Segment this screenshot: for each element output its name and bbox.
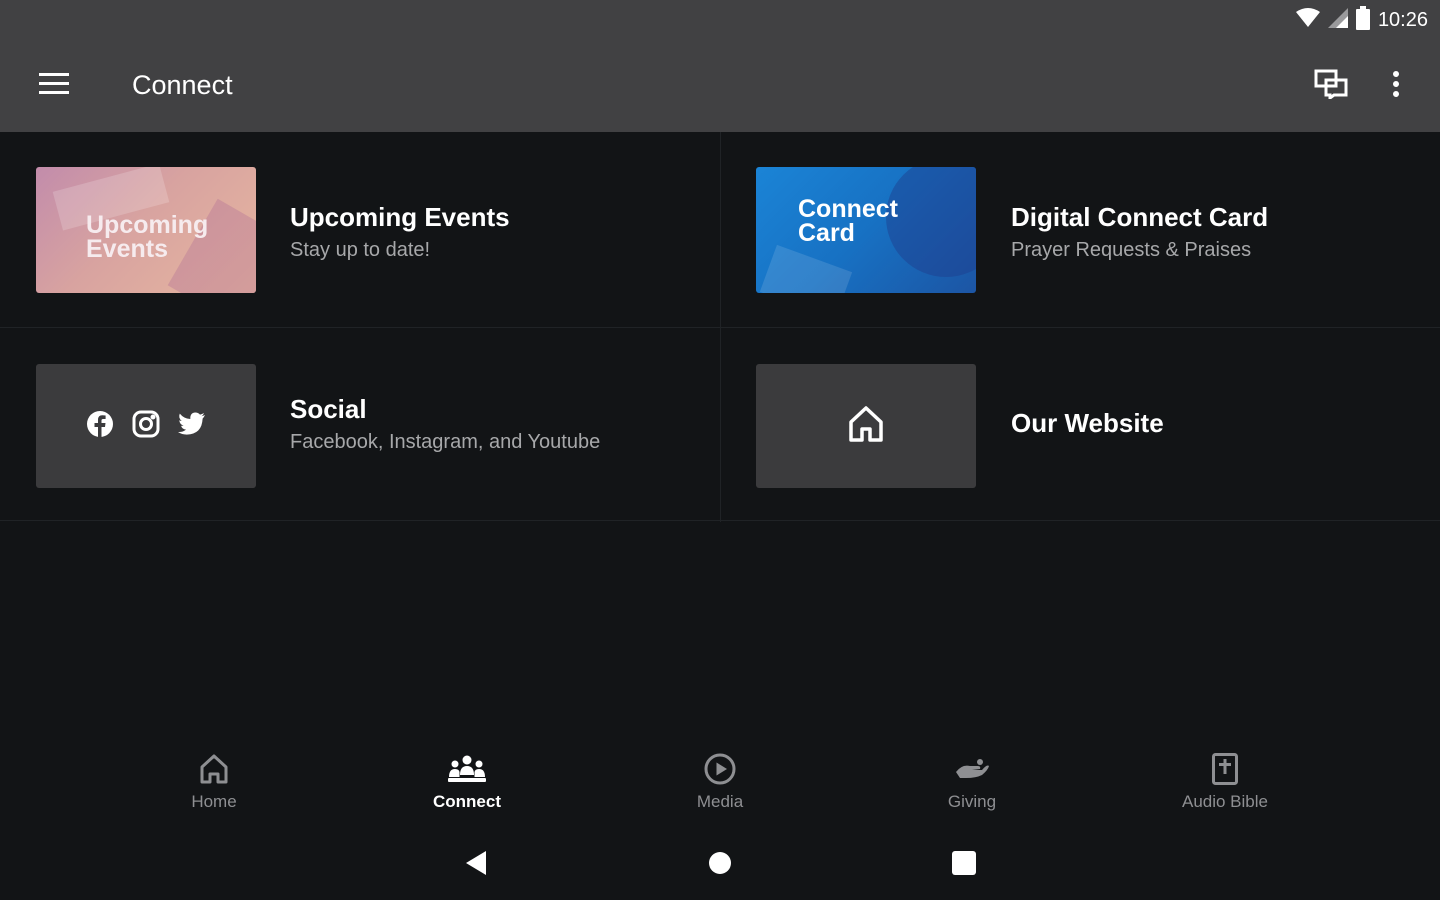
nav-item-home[interactable]: Home: [134, 750, 294, 830]
hamburger-icon: [39, 72, 69, 100]
tile-subtitle: Facebook, Instagram, and Youtube: [290, 431, 601, 453]
thumbnail-text: Connect Card: [798, 195, 898, 247]
system-home-button[interactable]: [700, 850, 740, 880]
social-thumbnail: [36, 364, 256, 488]
facebook-icon: [86, 410, 114, 443]
twitter-icon: [178, 412, 206, 441]
nav-item-media[interactable]: Media: [640, 750, 800, 830]
tile-digital-connect-card[interactable]: Connect Card Digital Connect Card Prayer…: [720, 132, 1440, 327]
people-icon: [447, 750, 487, 788]
play-circle-icon: [704, 750, 736, 788]
nav-label: Audio Bible: [1181, 792, 1268, 811]
app-bar: Connect: [0, 40, 1440, 132]
nav-item-giving[interactable]: Giving: [892, 750, 1052, 830]
wifi-icon: [1295, 7, 1320, 33]
tile-title: Social: [290, 394, 367, 424]
chat-icon: [1314, 69, 1348, 104]
tile-text: Digital Connect Card Prayer Requests & P…: [1011, 202, 1268, 262]
connect-card-thumbnail: Connect Card: [756, 167, 976, 293]
tile-text: Upcoming Events Stay up to date!: [290, 202, 510, 262]
nav-label: Connect: [433, 792, 501, 811]
tile-title: Upcoming Events: [290, 202, 510, 232]
system-navigation-bar: [0, 840, 1440, 890]
messages-button[interactable]: [1308, 64, 1354, 108]
more-vertical-icon: [1393, 70, 1399, 102]
status-icons: 10:26: [1295, 5, 1428, 35]
home-circle-icon: [708, 851, 732, 880]
nav-item-audio-bible[interactable]: Audio Bible: [1145, 750, 1305, 830]
system-recents-button[interactable]: [944, 850, 984, 880]
thumbnail-text: Upcoming Events: [86, 211, 209, 263]
page-title: Connect: [132, 70, 233, 100]
battery-icon: [1355, 5, 1370, 35]
tile-social[interactable]: Social Facebook, Instagram, and Youtube: [0, 327, 720, 522]
status-time: 10:26: [1377, 8, 1428, 31]
nav-label: Home: [191, 792, 237, 811]
bottom-navigation: Home Connect Media Giving Audio Bible: [0, 750, 1440, 830]
tile-text: Our Website: [1011, 408, 1164, 439]
menu-button[interactable]: [30, 66, 78, 106]
nav-label: Giving: [947, 792, 997, 811]
top-area: 10:26 Connect: [0, 0, 1440, 132]
home-icon: [200, 750, 228, 788]
nav-item-connect[interactable]: Connect: [387, 750, 547, 830]
overflow-menu-button[interactable]: [1378, 64, 1414, 108]
status-bar: 10:26: [0, 0, 1440, 40]
cell-signal-icon: [1327, 7, 1348, 33]
tile-subtitle: Stay up to date!: [290, 239, 431, 261]
tile-upcoming-events[interactable]: Upcoming Events Upcoming Events Stay up …: [0, 132, 720, 327]
tile-text: Social Facebook, Instagram, and Youtube: [290, 394, 600, 454]
tile-title: Digital Connect Card: [1011, 202, 1269, 232]
connect-grid: Upcoming Events Upcoming Events Stay up …: [0, 132, 1440, 522]
home-icon: [848, 405, 884, 448]
website-thumbnail: [756, 364, 976, 488]
tile-our-website[interactable]: Our Website: [720, 327, 1440, 522]
nav-label: Media: [696, 792, 744, 811]
back-triangle-icon: [464, 850, 488, 881]
upcoming-events-thumbnail: Upcoming Events: [36, 167, 256, 293]
instagram-icon: [132, 410, 160, 443]
bible-icon: [1212, 750, 1238, 788]
giving-hand-icon: [954, 750, 990, 788]
divider: [0, 520, 1440, 521]
tile-subtitle: Prayer Requests & Praises: [1011, 239, 1252, 261]
recents-square-icon: [952, 850, 976, 880]
tile-title: Our Website: [1011, 408, 1164, 438]
system-back-button[interactable]: [456, 850, 496, 880]
